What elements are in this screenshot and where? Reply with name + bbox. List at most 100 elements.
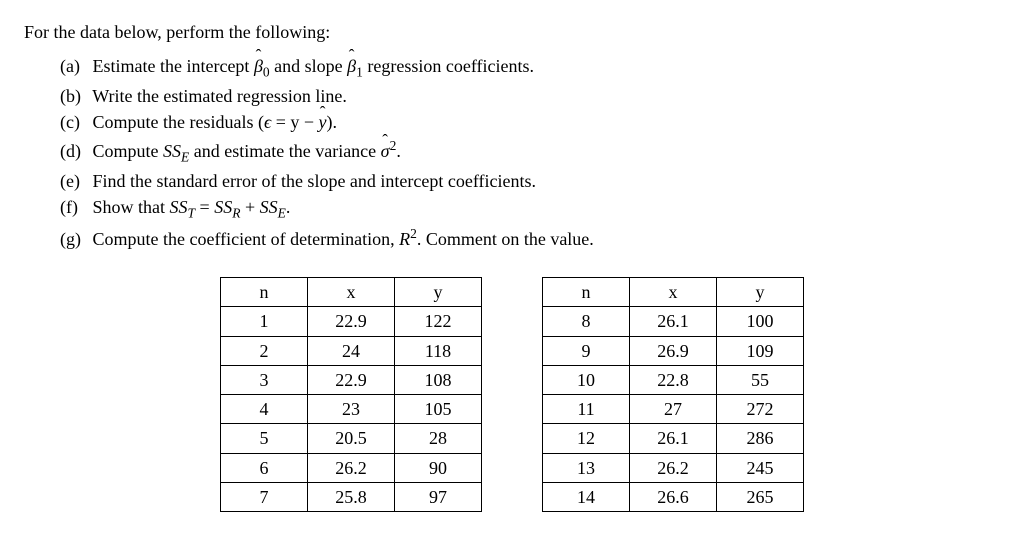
part-a-text-1: Estimate the intercept (93, 56, 254, 76)
part-f-label: (f) (60, 195, 88, 219)
cell-x: 26.1 (630, 307, 717, 336)
cell-n: 13 (543, 453, 630, 482)
part-b-label: (b) (60, 84, 88, 108)
cell-y: 286 (717, 424, 804, 453)
cell-y: 90 (395, 453, 482, 482)
cell-n: 14 (543, 483, 630, 512)
cell-y: 122 (395, 307, 482, 336)
beta1-hat: β (347, 54, 356, 78)
cell-n: 8 (543, 307, 630, 336)
cell-x: 27 (630, 395, 717, 424)
cell-y: 55 (717, 365, 804, 394)
cell-n: 6 (221, 453, 308, 482)
part-g-label: (g) (60, 227, 88, 251)
part-d-text-1: Compute (93, 141, 164, 161)
table-row: 725.897 (221, 483, 482, 512)
table-header-row: n x y (221, 277, 482, 306)
part-e: (e) Find the standard error of the slope… (60, 169, 1000, 193)
table-row: 1127272 (543, 395, 804, 424)
cell-n: 7 (221, 483, 308, 512)
cell-x: 22.9 (308, 307, 395, 336)
part-g: (g) Compute the coefficient of determina… (60, 225, 1000, 251)
table-header-row: n x y (543, 277, 804, 306)
problem-prompt: For the data below, perform the followin… (24, 20, 1000, 44)
cell-x: 22.9 (308, 365, 395, 394)
r-sq: 2 (410, 226, 417, 241)
cell-y: 245 (717, 453, 804, 482)
ss-d-sub: E (181, 149, 189, 164)
cell-x: 22.8 (630, 365, 717, 394)
table-row: 626.290 (221, 453, 482, 482)
cell-y: 100 (717, 307, 804, 336)
part-c-eq: = y − (271, 112, 318, 132)
cell-n: 10 (543, 365, 630, 394)
y-hat: y (319, 110, 327, 134)
table-row: 122.9122 (221, 307, 482, 336)
part-d-label: (d) (60, 139, 88, 163)
cell-x: 26.1 (630, 424, 717, 453)
table-row: 224118 (221, 336, 482, 365)
col-x: x (630, 277, 717, 306)
part-c-text-2: ). (327, 112, 338, 132)
data-table-right: n x y 826.1100926.91091022.8551127272122… (542, 277, 804, 512)
cell-n: 11 (543, 395, 630, 424)
table-row: 1326.2245 (543, 453, 804, 482)
col-y: y (395, 277, 482, 306)
cell-y: 108 (395, 365, 482, 394)
ss-d: SS (163, 141, 181, 161)
table-row: 926.9109 (543, 336, 804, 365)
cell-x: 26.6 (630, 483, 717, 512)
table-row: 826.1100 (543, 307, 804, 336)
part-a-text-2: and slope (270, 56, 347, 76)
cell-y: 118 (395, 336, 482, 365)
cell-n: 1 (221, 307, 308, 336)
part-a: (a) Estimate the intercept β0 and slope … (60, 54, 1000, 82)
beta0-hat: β (254, 54, 263, 78)
part-g-text-2: . Comment on the value. (417, 229, 594, 249)
ss-e: SS (260, 197, 278, 217)
col-n: n (543, 277, 630, 306)
ss-r: SS (214, 197, 232, 217)
part-b-text: Write the estimated regression line. (92, 86, 347, 106)
beta0-sub: 0 (263, 65, 270, 80)
cell-x: 23 (308, 395, 395, 424)
cell-y: 97 (395, 483, 482, 512)
part-f-text-1: Show that (93, 197, 170, 217)
part-a-text-3: regression coefficients. (363, 56, 534, 76)
part-e-label: (e) (60, 169, 88, 193)
cell-n: 5 (221, 424, 308, 453)
ss-t: SS (170, 197, 188, 217)
cell-x: 26.9 (630, 336, 717, 365)
cell-n: 9 (543, 336, 630, 365)
table-row: 423105 (221, 395, 482, 424)
cell-x: 20.5 (308, 424, 395, 453)
part-d-text-2: and estimate the variance (189, 141, 380, 161)
cell-x: 24 (308, 336, 395, 365)
data-tables: n x y 122.9122224118322.9108423105520.52… (24, 277, 1000, 512)
cell-y: 105 (395, 395, 482, 424)
part-b: (b) Write the estimated regression line. (60, 84, 1000, 108)
table-row: 520.528 (221, 424, 482, 453)
cell-x: 26.2 (308, 453, 395, 482)
cell-y: 28 (395, 424, 482, 453)
col-n: n (221, 277, 308, 306)
cell-x: 25.8 (308, 483, 395, 512)
table-row: 1426.6265 (543, 483, 804, 512)
part-f-plus: + (240, 197, 259, 217)
table-row: 1022.855 (543, 365, 804, 394)
sigma-hat: σ (381, 139, 390, 163)
r-var: R (399, 229, 410, 249)
table-row: 322.9108 (221, 365, 482, 394)
part-d: (d) Compute SSE and estimate the varianc… (60, 137, 1000, 167)
cell-y: 109 (717, 336, 804, 365)
cell-y: 272 (717, 395, 804, 424)
part-g-text-1: Compute the coefficient of determination… (93, 229, 400, 249)
problem-parts: (a) Estimate the intercept β0 and slope … (24, 54, 1000, 251)
part-f: (f) Show that SST = SSR + SSE. (60, 195, 1000, 223)
part-c-label: (c) (60, 110, 88, 134)
cell-n: 3 (221, 365, 308, 394)
part-a-label: (a) (60, 54, 88, 78)
col-x: x (308, 277, 395, 306)
part-f-text-2: . (286, 197, 291, 217)
cell-n: 12 (543, 424, 630, 453)
